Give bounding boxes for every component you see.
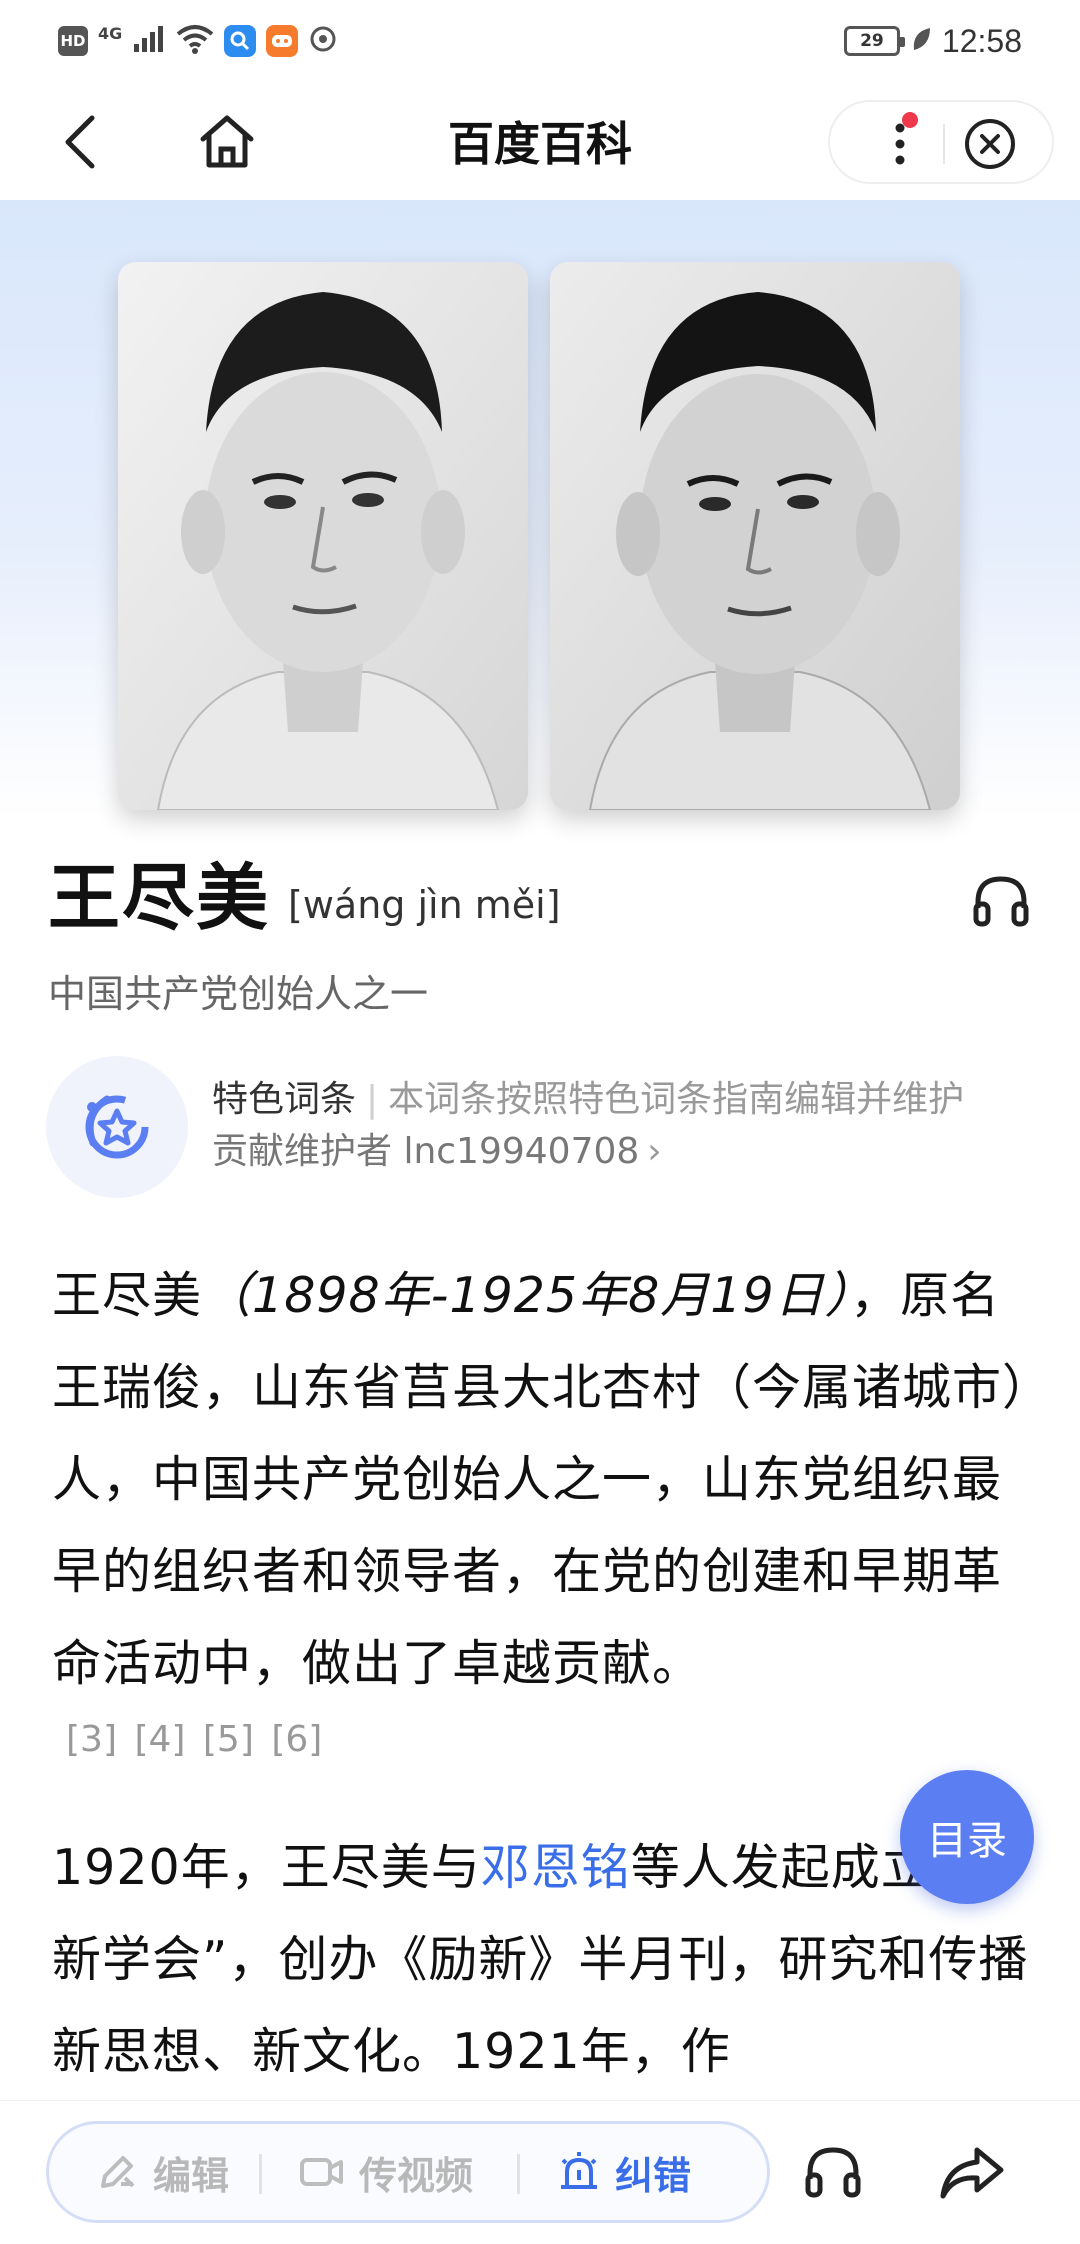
mini-program-capsule bbox=[828, 100, 1054, 184]
featured-entry-badge[interactable] bbox=[46, 1056, 188, 1198]
divider bbox=[259, 2154, 262, 2194]
headphones-icon bbox=[805, 2147, 861, 2198]
status-bar: HD 4G 29 12:58 bbox=[0, 0, 1080, 82]
divider: | bbox=[366, 1079, 379, 1120]
lifespan-dates: （1898年-1925年8月19日） bbox=[202, 1267, 851, 1324]
featured-entry-description: 本词条按照特色词条指南编辑并维护 bbox=[388, 1079, 965, 1120]
divider bbox=[517, 2154, 520, 2194]
upload-video-button[interactable]: 传视频 bbox=[299, 2124, 473, 2220]
notification-dot bbox=[902, 112, 918, 128]
portrait-image-1 bbox=[118, 262, 528, 810]
pronunciation-button[interactable] bbox=[968, 870, 1034, 932]
entry-title: 王尽美 bbox=[48, 856, 271, 940]
status-right-icons: 29 12:58 bbox=[843, 20, 1022, 62]
more-button[interactable] bbox=[870, 114, 930, 174]
back-button[interactable] bbox=[50, 112, 110, 172]
summary-text-b: ，原名王瑞俊，山东省莒县大北杏村（今属诸城市）人，中国共产党创始人之一，山东党组… bbox=[52, 1267, 1028, 1692]
upload-video-label: 传视频 bbox=[359, 2153, 474, 2198]
headphones-icon bbox=[973, 876, 1029, 927]
bottom-action-bar: 编辑 传视频 纠错 bbox=[0, 2100, 1080, 2244]
report-error-button[interactable]: 纠错 bbox=[557, 2124, 691, 2220]
hero-banner bbox=[0, 200, 1080, 820]
portrait-image-2 bbox=[550, 262, 960, 810]
entry-subtitle: 中国共产党创始人之一 bbox=[48, 972, 429, 1016]
close-circle-icon bbox=[965, 119, 1015, 169]
page-title: 百度百科 bbox=[448, 117, 632, 171]
back-arrow-icon bbox=[65, 115, 95, 169]
chevron-right-icon: › bbox=[647, 1131, 662, 1172]
report-alarm-icon bbox=[561, 2152, 597, 2189]
video-camera-icon bbox=[300, 2158, 343, 2186]
portrait-photo[interactable] bbox=[118, 262, 528, 810]
history-text-a: 1920年，王尽美与 bbox=[52, 1839, 481, 1896]
home-icon bbox=[200, 115, 254, 168]
battery-level: 29 bbox=[860, 31, 884, 51]
summary-paragraph: 王尽美（1898年-1925年8月19日），原名王瑞俊，山东省莒县大北杏村（今属… bbox=[52, 1250, 1034, 1710]
battery-icon: 29 bbox=[843, 26, 905, 56]
table-of-contents-button[interactable]: 目录 bbox=[900, 1770, 1034, 1904]
maintainer-link[interactable]: 贡献维护者 lnc19940708 › bbox=[212, 1128, 662, 1176]
leaf-icon bbox=[910, 26, 932, 56]
maintainer-text: 贡献维护者 lnc19940708 bbox=[212, 1131, 640, 1172]
close-button[interactable] bbox=[960, 114, 1020, 174]
home-button[interactable] bbox=[192, 110, 262, 174]
nav-bar: 百度百科 bbox=[0, 82, 1080, 200]
reference-links[interactable]: [3] [4] [5] [6] bbox=[66, 1716, 322, 1764]
game-app-icon bbox=[266, 25, 299, 57]
hd-badge: HD bbox=[58, 26, 88, 56]
nfc-icon bbox=[308, 24, 338, 58]
entry-header: 王尽美 [wáng jìn měi] bbox=[48, 858, 1038, 938]
featured-star-icon bbox=[85, 1095, 149, 1159]
capsule-divider bbox=[943, 124, 945, 164]
history-paragraph: 1920年，王尽美与邓恩铭等人发起成立“励新学会”，创办《励新》半月刊，研究和传… bbox=[52, 1822, 1034, 2098]
edit-label: 编辑 bbox=[153, 2153, 230, 2198]
edit-button[interactable]: 编辑 bbox=[95, 2124, 229, 2220]
featured-entry-info: 特色词条 | 本词条按照特色词条指南编辑并维护 bbox=[212, 1076, 964, 1124]
search-app-icon bbox=[224, 25, 257, 57]
signal-icon bbox=[132, 24, 166, 58]
entry-pinyin: [wáng jìn měi] bbox=[288, 883, 561, 927]
share-arrow-icon bbox=[940, 2147, 1004, 2199]
portrait-photo[interactable] bbox=[550, 262, 960, 810]
summary-text-a: 王尽美 bbox=[52, 1267, 203, 1324]
network-type: 4G bbox=[98, 23, 123, 43]
person-link-deng-enming[interactable]: 邓恩铭 bbox=[481, 1839, 631, 1896]
action-pill: 编辑 传视频 纠错 bbox=[46, 2121, 770, 2223]
clock: 12:58 bbox=[941, 22, 1022, 59]
wifi-icon bbox=[176, 24, 214, 58]
share-button[interactable] bbox=[936, 2137, 1008, 2207]
listen-button[interactable] bbox=[800, 2137, 866, 2207]
status-left-icons: HD 4G bbox=[58, 22, 338, 60]
edit-pencil-icon bbox=[101, 2156, 135, 2188]
featured-entry-label: 特色词条 bbox=[212, 1079, 357, 1120]
more-vertical-icon bbox=[895, 123, 905, 165]
report-error-label: 纠错 bbox=[615, 2153, 692, 2198]
